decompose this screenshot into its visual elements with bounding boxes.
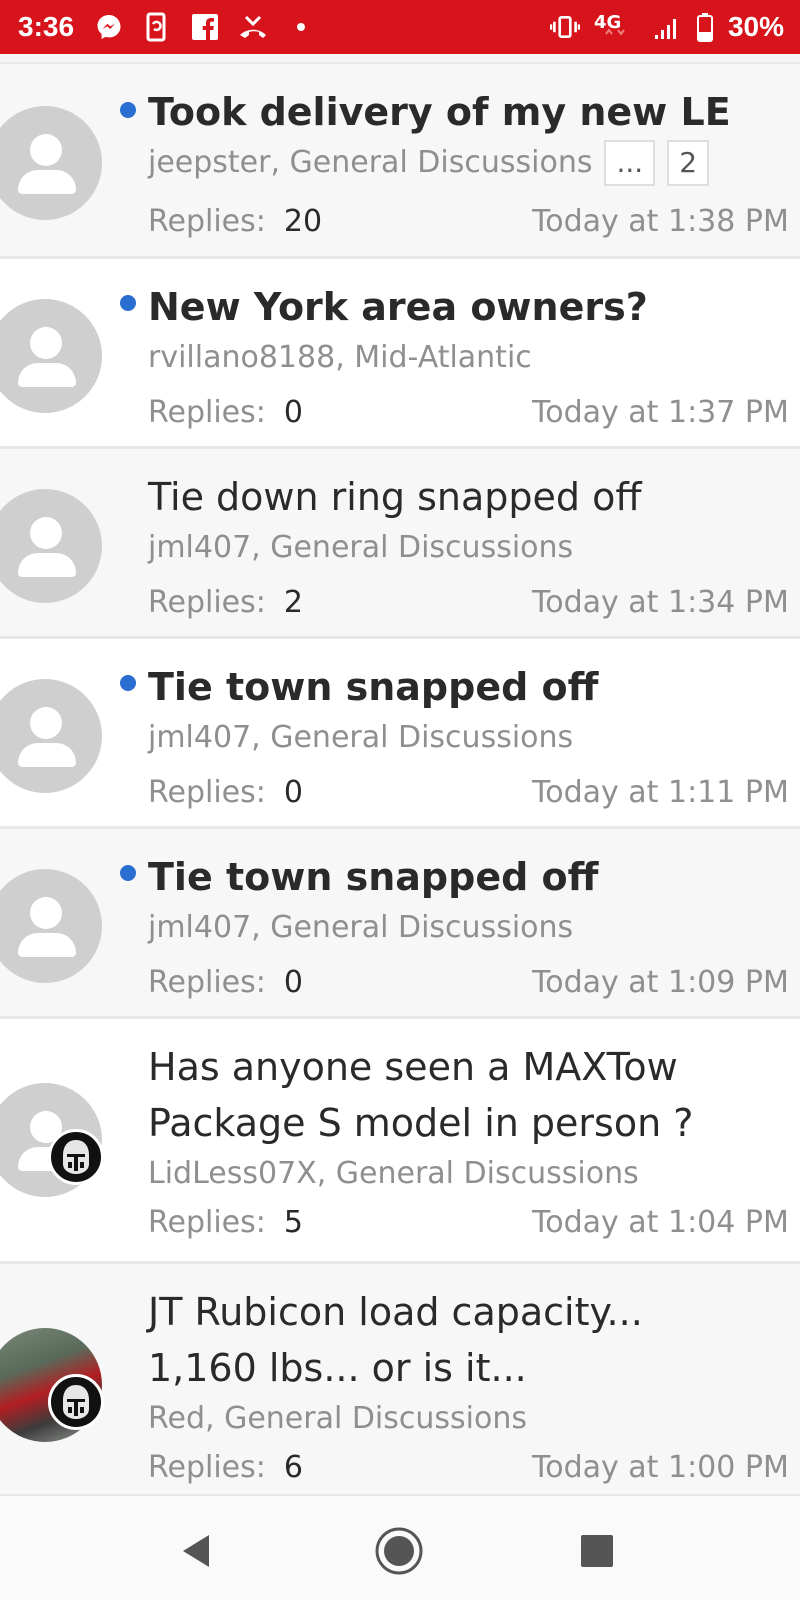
facebook-icon [190, 12, 220, 42]
battery-icon [696, 12, 714, 42]
avatar[interactable] [0, 106, 102, 220]
status-time: 3:36 [18, 11, 75, 42]
thread-author-forum[interactable]: LidLess07X, General Discussions [148, 1151, 758, 1197]
replies-number: 5 [283, 1205, 303, 1240]
page-ellipsis-button[interactable]: ... [604, 140, 656, 186]
signal-icon [652, 12, 682, 42]
thread-row[interactable]: Tie down ring snapped off jml407, Genera… [0, 449, 800, 639]
unread-dot-icon [120, 295, 136, 311]
phone-sync-icon [142, 12, 172, 42]
thread-title[interactable]: Tie town snapped off [148, 659, 800, 715]
replies-count: Replies: 0 [148, 965, 303, 1000]
replies-number: 6 [283, 1450, 303, 1485]
unread-dot-icon [120, 675, 136, 691]
thread-author-forum: jeepster, General Discussions ... 2 [148, 140, 800, 186]
thread-title[interactable]: Has anyone seen a MAXTow Package S model… [148, 1039, 758, 1151]
system-nav-bar [0, 1494, 800, 1600]
thread-author-forum[interactable]: jml407, General Discussions [148, 905, 800, 951]
avatar[interactable] [0, 489, 102, 603]
replies-count: Replies: 20 [148, 204, 322, 239]
thread-date: Today at 1:11 PM [532, 775, 789, 810]
thread-date: Today at 1:38 PM [532, 204, 789, 239]
thread-author-forum[interactable]: Red, General Discussions [148, 1396, 728, 1442]
replies-label: Replies: [148, 775, 266, 810]
last-poster-avatar[interactable] [48, 1374, 104, 1430]
thread-title[interactable]: Took delivery of my new LE [148, 84, 800, 140]
replies-count: Replies: 6 [148, 1450, 303, 1485]
replies-number: 2 [283, 585, 303, 620]
avatar[interactable] [0, 869, 102, 983]
avatar[interactable] [0, 299, 102, 413]
unread-dot-icon [120, 102, 136, 118]
thread-row[interactable]: Tie town snapped off jml407, General Dis… [0, 639, 800, 829]
thread-title[interactable]: JT Rubicon load capacity... 1,160 lbs...… [148, 1284, 728, 1396]
thread-date: Today at 1:37 PM [532, 395, 789, 430]
battery-percent: 30% [727, 11, 784, 42]
knight-helmet-icon [63, 1385, 89, 1419]
thread-date: Today at 1:09 PM [532, 965, 789, 1000]
replies-label: Replies: [148, 585, 266, 620]
replies-number: 0 [283, 395, 303, 430]
thread-list[interactable]: Took delivery of my new LE jeepster, Gen… [0, 54, 800, 1494]
unread-dot-icon [120, 865, 136, 881]
back-icon[interactable] [172, 1526, 222, 1576]
status-bar: 3:36 4G 30% [0, 0, 800, 54]
missed-call-icon [238, 12, 268, 42]
thread-row[interactable]: Has anyone seen a MAXTow Package S model… [0, 1019, 800, 1264]
svg-text:4G: 4G [594, 12, 621, 33]
thread-title[interactable]: New York area owners? [148, 279, 800, 335]
thread-row[interactable]: Tie town snapped off jml407, General Dis… [0, 829, 800, 1019]
replies-number: 20 [283, 204, 323, 239]
thread-row[interactable]: Took delivery of my new LE jeepster, Gen… [0, 64, 800, 259]
messenger-icon [94, 12, 124, 42]
page-2-button[interactable]: 2 [667, 140, 710, 186]
replies-label: Replies: [148, 1450, 266, 1485]
home-icon[interactable] [374, 1526, 424, 1576]
replies-label: Replies: [148, 395, 266, 430]
thread-author-forum[interactable]: rvillano8188, Mid-Atlantic [148, 335, 800, 381]
recents-icon[interactable] [572, 1526, 622, 1576]
thread-date: Today at 1:00 PM [532, 1450, 789, 1485]
author-forum-text[interactable]: jeepster, General Discussions [148, 140, 592, 186]
replies-label: Replies: [148, 204, 266, 239]
list-top-edge [0, 54, 800, 64]
replies-number: 0 [283, 965, 303, 1000]
replies-count: Replies: 0 [148, 395, 303, 430]
thread-date: Today at 1:04 PM [532, 1205, 789, 1240]
replies-number: 0 [283, 775, 303, 810]
thread-author-forum[interactable]: jml407, General Discussions [148, 525, 800, 571]
replies-label: Replies: [148, 965, 266, 1000]
thread-title[interactable]: Tie down ring snapped off [148, 469, 800, 525]
thread-date: Today at 1:34 PM [532, 585, 789, 620]
knight-helmet-icon [63, 1140, 89, 1174]
vibrate-icon [549, 12, 580, 42]
replies-count: Replies: 5 [148, 1205, 303, 1240]
thread-author-forum[interactable]: jml407, General Discussions [148, 715, 800, 761]
avatar[interactable] [0, 679, 102, 793]
replies-label: Replies: [148, 1205, 266, 1240]
dot-icon [286, 12, 316, 42]
replies-count: Replies: 2 [148, 585, 303, 620]
thread-row[interactable]: JT Rubicon load capacity... 1,160 lbs...… [0, 1264, 800, 1494]
4g-lte-icon: 4G [594, 12, 638, 42]
last-poster-avatar[interactable] [48, 1129, 104, 1185]
thread-title[interactable]: Tie town snapped off [148, 849, 800, 905]
replies-count: Replies: 0 [148, 775, 303, 810]
thread-row[interactable]: New York area owners? rvillano8188, Mid-… [0, 259, 800, 449]
